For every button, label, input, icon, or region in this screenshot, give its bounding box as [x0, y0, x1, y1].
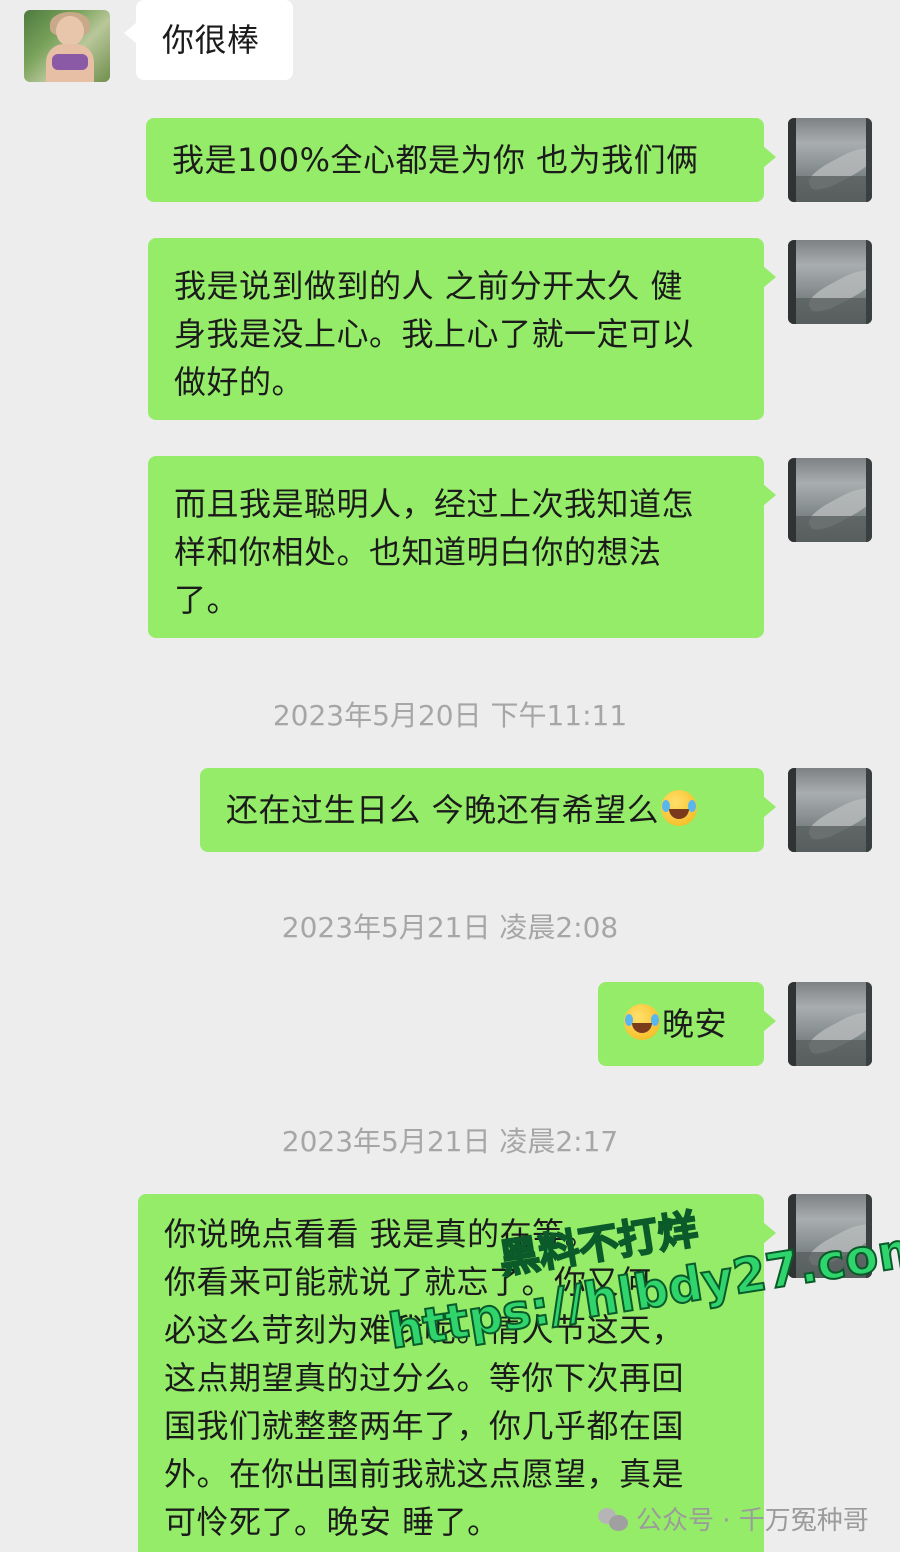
message-line: 而且我是聪明人，经过上次我知道怎	[174, 485, 695, 523]
message-line: 了。	[174, 581, 240, 619]
message-text: 你很棒	[162, 21, 260, 59]
self-avatar[interactable]	[788, 118, 872, 202]
message-line: 做好的。	[174, 363, 305, 401]
wechat-icon	[598, 1506, 628, 1532]
avatar-face	[56, 16, 84, 46]
chat-timestamp: 2023年5月21日 凌晨2:17	[281, 1125, 619, 1158]
message-text: 晚安	[662, 1005, 728, 1043]
footer-source: 公众号 · 千万冤种哥	[598, 1500, 869, 1537]
message-text: 我是100%全心都是为你 也为我们俩	[172, 141, 699, 179]
laughing-tears-emoji-icon	[661, 790, 698, 826]
message-bubble-sent[interactable]: 还在过生日么 今晚还有希望么	[200, 768, 776, 852]
chat-timestamp: 2023年5月20日 下午11:11	[272, 699, 628, 732]
message-bubble-sent[interactable]: 我是100%全心都是为你 也为我们俩	[146, 118, 776, 202]
self-avatar[interactable]	[788, 982, 872, 1066]
message-bubble-sent[interactable]: 晚安	[598, 982, 776, 1066]
message-line: 我是说到做到的人 之前分开太久 健	[174, 267, 683, 305]
contact-avatar[interactable]	[24, 10, 110, 82]
self-avatar[interactable]	[788, 240, 872, 324]
message-line: 这点期望真的过分么。等你下次再回	[164, 1359, 685, 1397]
message-bubble-sent[interactable]: 而且我是聪明人，经过上次我知道怎 样和你相处。也知道明白你的想法 了。	[148, 456, 776, 638]
message-line: 外。在你出国前我就这点愿望，真是	[164, 1455, 685, 1493]
message-line: 国我们就整整两年了，你几乎都在国	[164, 1407, 685, 1445]
chat-timestamp: 2023年5月21日 凌晨2:08	[281, 911, 619, 944]
message-bubble-sent[interactable]: 我是说到做到的人 之前分开太久 健 身我是没上心。我上心了就一定可以 做好的。	[148, 238, 776, 420]
message-line: 身我是没上心。我上心了就一定可以	[174, 315, 695, 353]
footer-text: 公众号 · 千万冤种哥	[636, 1506, 869, 1536]
message-line: 样和你相处。也知道明白你的想法	[174, 533, 662, 571]
crying-emoji-icon	[624, 1004, 660, 1040]
self-avatar[interactable]	[788, 458, 872, 542]
self-avatar[interactable]	[788, 768, 872, 852]
message-bubble-received[interactable]: 你很棒	[124, 0, 293, 80]
avatar-top	[52, 54, 88, 70]
message-text: 还在过生日么 今晚还有希望么	[226, 791, 660, 829]
